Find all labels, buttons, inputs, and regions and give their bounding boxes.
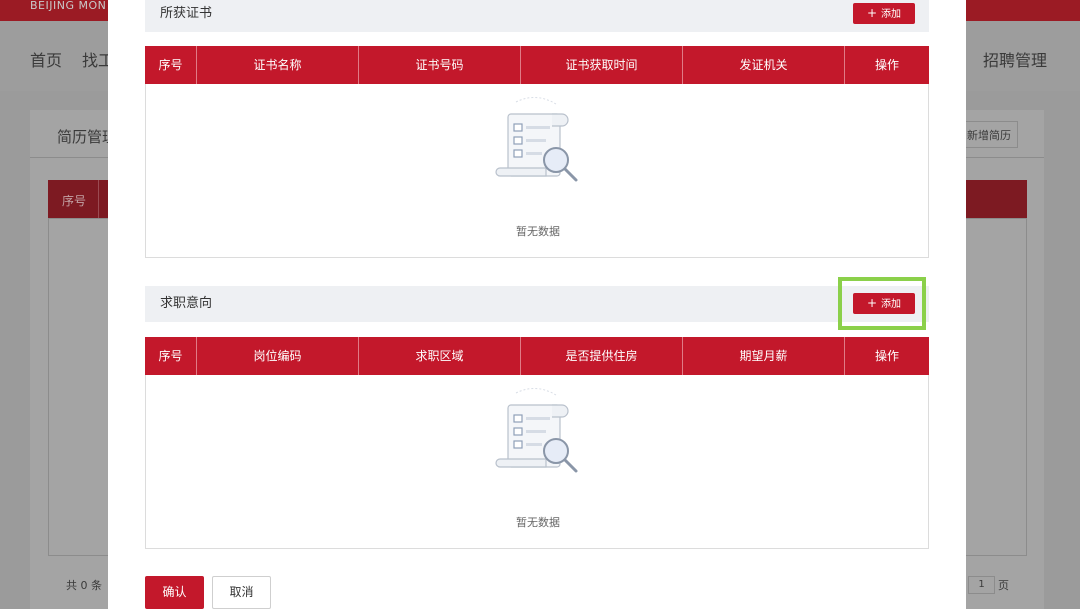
col-issuer: 发证机关 xyxy=(683,46,845,84)
empty-document-search-icon xyxy=(495,388,578,473)
certificates-section-header: 所获证书 xyxy=(145,0,929,32)
job-intention-title: 求职意向 xyxy=(160,296,213,311)
plus-icon: + xyxy=(866,6,878,20)
job-intention-table-header: 序号 岗位编码 求职区域 是否提供住房 期望月薪 操作 xyxy=(145,337,929,375)
new-resume-button[interactable]: 新增简历 xyxy=(960,121,1018,148)
certificates-title: 所获证书 xyxy=(160,6,213,21)
nav-item-recruitment[interactable]: 招聘管理 xyxy=(983,47,1047,71)
empty-text: 暂无数据 xyxy=(516,516,560,529)
col-seq: 序号 xyxy=(145,46,197,84)
cancel-button[interactable]: 取消 xyxy=(212,576,271,609)
col-salary: 期望月薪 xyxy=(683,337,845,375)
empty-document-search-icon xyxy=(495,97,578,182)
col-position-code: 岗位编码 xyxy=(197,337,359,375)
confirm-button[interactable]: 确认 xyxy=(145,576,204,609)
resume-edit-modal: 所获证书 + 添加 序号 证书名称 证书号码 证书获取时间 发证机关 操作 暂无… xyxy=(108,0,966,609)
empty-text: 暂无数据 xyxy=(516,225,560,238)
job-intention-table-body: 暂无数据 xyxy=(145,375,929,549)
col-actions: 操作 xyxy=(874,58,899,72)
total-count: 共 0 条 xyxy=(66,579,102,592)
col-seq: 序号 xyxy=(145,337,197,375)
column-divider xyxy=(98,180,99,218)
add-certificate-button[interactable]: + 添加 xyxy=(853,3,915,24)
page-number-input[interactable]: 1 xyxy=(968,576,995,594)
nav-item-home[interactable]: 首页 xyxy=(30,47,62,71)
add-certificate-label: 添加 xyxy=(881,9,902,20)
certificates-table-header: 序号 证书名称 证书号码 证书获取时间 发证机关 操作 xyxy=(145,46,929,84)
job-intention-section-header: 求职意向 xyxy=(145,286,929,322)
brand-text: BEIJING MON xyxy=(30,0,107,12)
col-housing: 是否提供住房 xyxy=(521,337,683,375)
page-unit-label: 页 xyxy=(998,579,1009,592)
highlight-box xyxy=(838,277,926,330)
resume-table-col-seq: 序号 xyxy=(62,194,87,208)
col-cert-name: 证书名称 xyxy=(197,46,359,84)
col-region: 求职区域 xyxy=(359,337,521,375)
certificates-table-body: 暂无数据 xyxy=(145,84,929,258)
col-cert-date: 证书获取时间 xyxy=(521,46,683,84)
col-cert-number: 证书号码 xyxy=(359,46,521,84)
col-actions: 操作 xyxy=(874,349,899,363)
